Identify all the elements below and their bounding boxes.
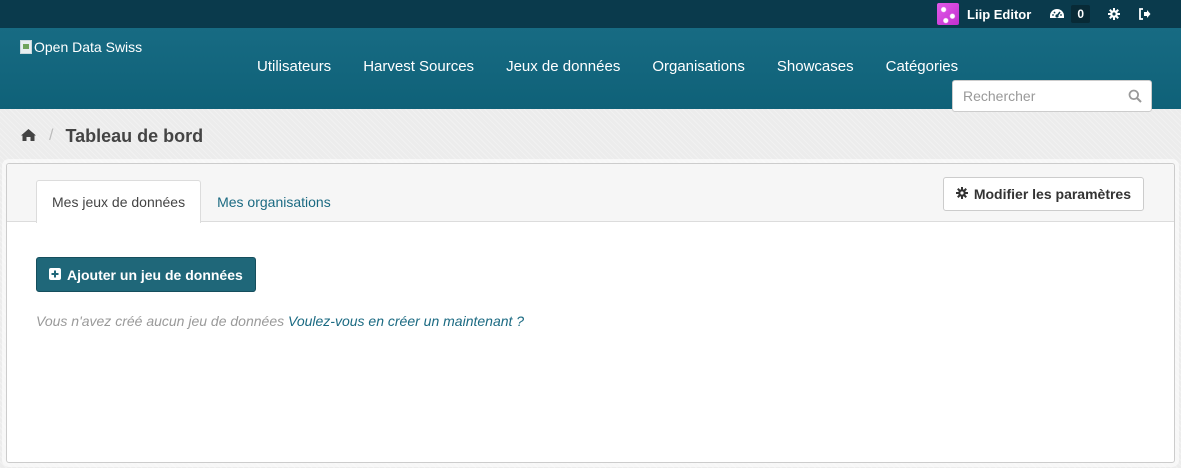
home-icon[interactable] (20, 128, 37, 145)
nav-item-showcases[interactable]: Showcases (761, 58, 870, 76)
empty-datasets-message: Vous n'avez créé aucun jeu de données Vo… (36, 313, 1145, 329)
panel-header: Mes jeux de données Mes organisations Mo… (7, 164, 1174, 223)
nav-item-categories[interactable]: Catégories (870, 58, 975, 76)
logo-alt-text: Open Data Swiss (34, 39, 143, 55)
sign-out-icon (1138, 8, 1151, 20)
nav-item-utilisateurs[interactable]: Utilisateurs (241, 58, 347, 76)
panel-body: Ajouter un jeu de données Vous n'avez cr… (7, 222, 1174, 378)
dashboard-icon (1049, 7, 1065, 21)
page-title[interactable]: Tableau de bord (65, 126, 203, 147)
site-logo[interactable]: Open Data Swiss (20, 39, 142, 55)
dashboard-tabs: Mes jeux de données Mes organisations (36, 180, 347, 223)
edit-settings-button[interactable]: Modifier les paramètres (942, 177, 1144, 211)
main-nav: Utilisateurs Harvest Sources Jeux de don… (241, 58, 974, 76)
tab-my-organisations[interactable]: Mes organisations (201, 180, 347, 222)
nav-item-datasets[interactable]: Jeux de données (490, 58, 636, 76)
add-dataset-label: Ajouter un jeu de données (67, 266, 243, 283)
breadcrumb: / Tableau de bord (0, 109, 1181, 163)
plus-square-icon (49, 267, 67, 283)
nav-item-harvest-sources[interactable]: Harvest Sources (347, 58, 490, 76)
broken-image-icon (20, 40, 32, 54)
account-bar: Liip Editor 0 (0, 0, 1181, 28)
activity-stream-link[interactable]: 0 (1049, 5, 1090, 23)
avatar (937, 3, 960, 25)
search-box (952, 80, 1152, 112)
tab-my-datasets[interactable]: Mes jeux de données (36, 180, 202, 223)
search-icon[interactable] (1128, 89, 1142, 106)
logout-link[interactable] (1138, 8, 1151, 20)
settings-link[interactable] (1108, 8, 1120, 20)
edit-settings-label: Modifier les paramètres (973, 186, 1131, 202)
nav-item-organisations[interactable]: Organisations (636, 58, 761, 76)
gear-icon (1108, 8, 1120, 20)
username: Liip Editor (967, 6, 1032, 22)
user-profile-link[interactable]: Liip Editor (937, 3, 1031, 25)
gear-icon (955, 186, 974, 202)
empty-datasets-text: Vous n'avez créé aucun jeu de données (36, 313, 285, 329)
activity-count-badge: 0 (1071, 5, 1090, 23)
create-dataset-link[interactable]: Voulez-vous en créer un maintenant ? (288, 313, 524, 329)
search-input[interactable] (953, 81, 1118, 111)
dashboard-panel: Mes jeux de données Mes organisations Mo… (6, 163, 1175, 463)
breadcrumb-separator: / (49, 127, 54, 144)
masthead: Open Data Swiss Utilisateurs Harvest Sou… (0, 28, 1181, 112)
add-dataset-button[interactable]: Ajouter un jeu de données (36, 257, 256, 292)
